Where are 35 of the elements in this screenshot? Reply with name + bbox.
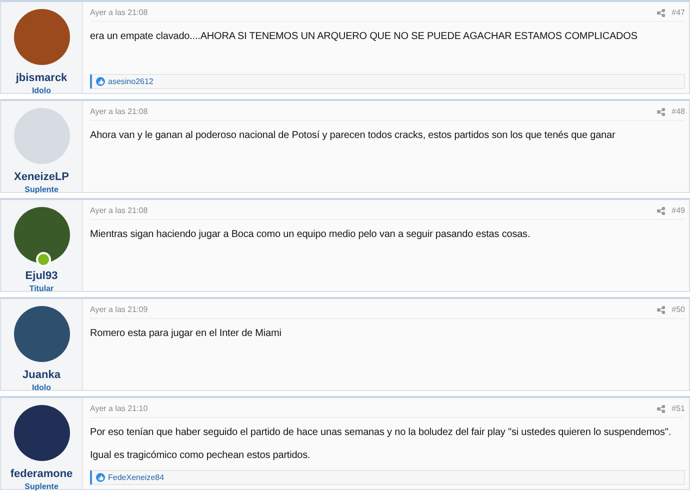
user-rank: Suplente [24,482,58,491]
username-link[interactable]: Juanka [22,369,60,381]
post-text: Igual es tragicómico como pechean estos partidos. [90,450,312,461]
post-text: era un empate clavado....AHORA SI TENEMOS UN ARQUERO QUE NO SE PUEDE AGACHAR ESTAMOS COMPLICADOS [90,31,638,42]
post-date[interactable]: Ayer a las 21:09 [90,305,148,314]
user-rank: Idolo [32,86,52,95]
share-icon[interactable] [656,206,665,214]
share-icon[interactable] [656,404,665,412]
post-date[interactable]: Ayer a las 21:10 [90,404,148,413]
share-icon[interactable] [656,8,665,16]
post-text: Mientras sigan haciendo jugar a Boca como un equipo medio pelo van a seguir pasando estas cosas. [90,229,532,240]
user-rank: Titular [29,284,54,293]
username-link[interactable]: XeneizeLP [14,171,70,183]
username-link[interactable]: Ejul93 [25,270,58,282]
post-date[interactable]: Ayer a las 21:08 [90,8,148,17]
user-rank: Suplente [24,185,58,194]
like-icon [96,473,105,482]
post-number-link[interactable]: #47 [672,8,685,17]
reaction-user-link[interactable]: FedeXeneize84 [108,473,164,482]
post-date[interactable]: Ayer a las 21:08 [90,107,148,116]
like-icon [96,77,105,86]
post-number-link[interactable]: #48 [672,107,685,116]
user-rank: Idolo [32,383,52,392]
post-number-link[interactable]: #49 [672,206,685,215]
post-text: Ahora van y le ganan al poderoso nacional de Potosí y parecen todos cracks, estos partidos son los que tenés que ganar [90,130,616,141]
post-text: Romero esta para jugar en el Inter de Miami [90,328,282,339]
share-icon[interactable] [656,108,665,116]
post-number-link[interactable]: #51 [672,404,685,413]
reaction-user-link[interactable]: asesino2612 [108,77,154,86]
post-text: Por eso tenían que haber seguido el partido de hace unas semanas y no la boludez del fair play "si ustedes quieren lo suspendemos". [90,427,672,438]
post-date[interactable]: Ayer a las 21:08 [90,206,148,215]
username-link[interactable]: federamone [10,468,73,480]
post-number-link[interactable]: #50 [672,305,685,314]
username-link[interactable]: jbismarck [16,72,68,84]
share-icon[interactable] [656,306,665,314]
